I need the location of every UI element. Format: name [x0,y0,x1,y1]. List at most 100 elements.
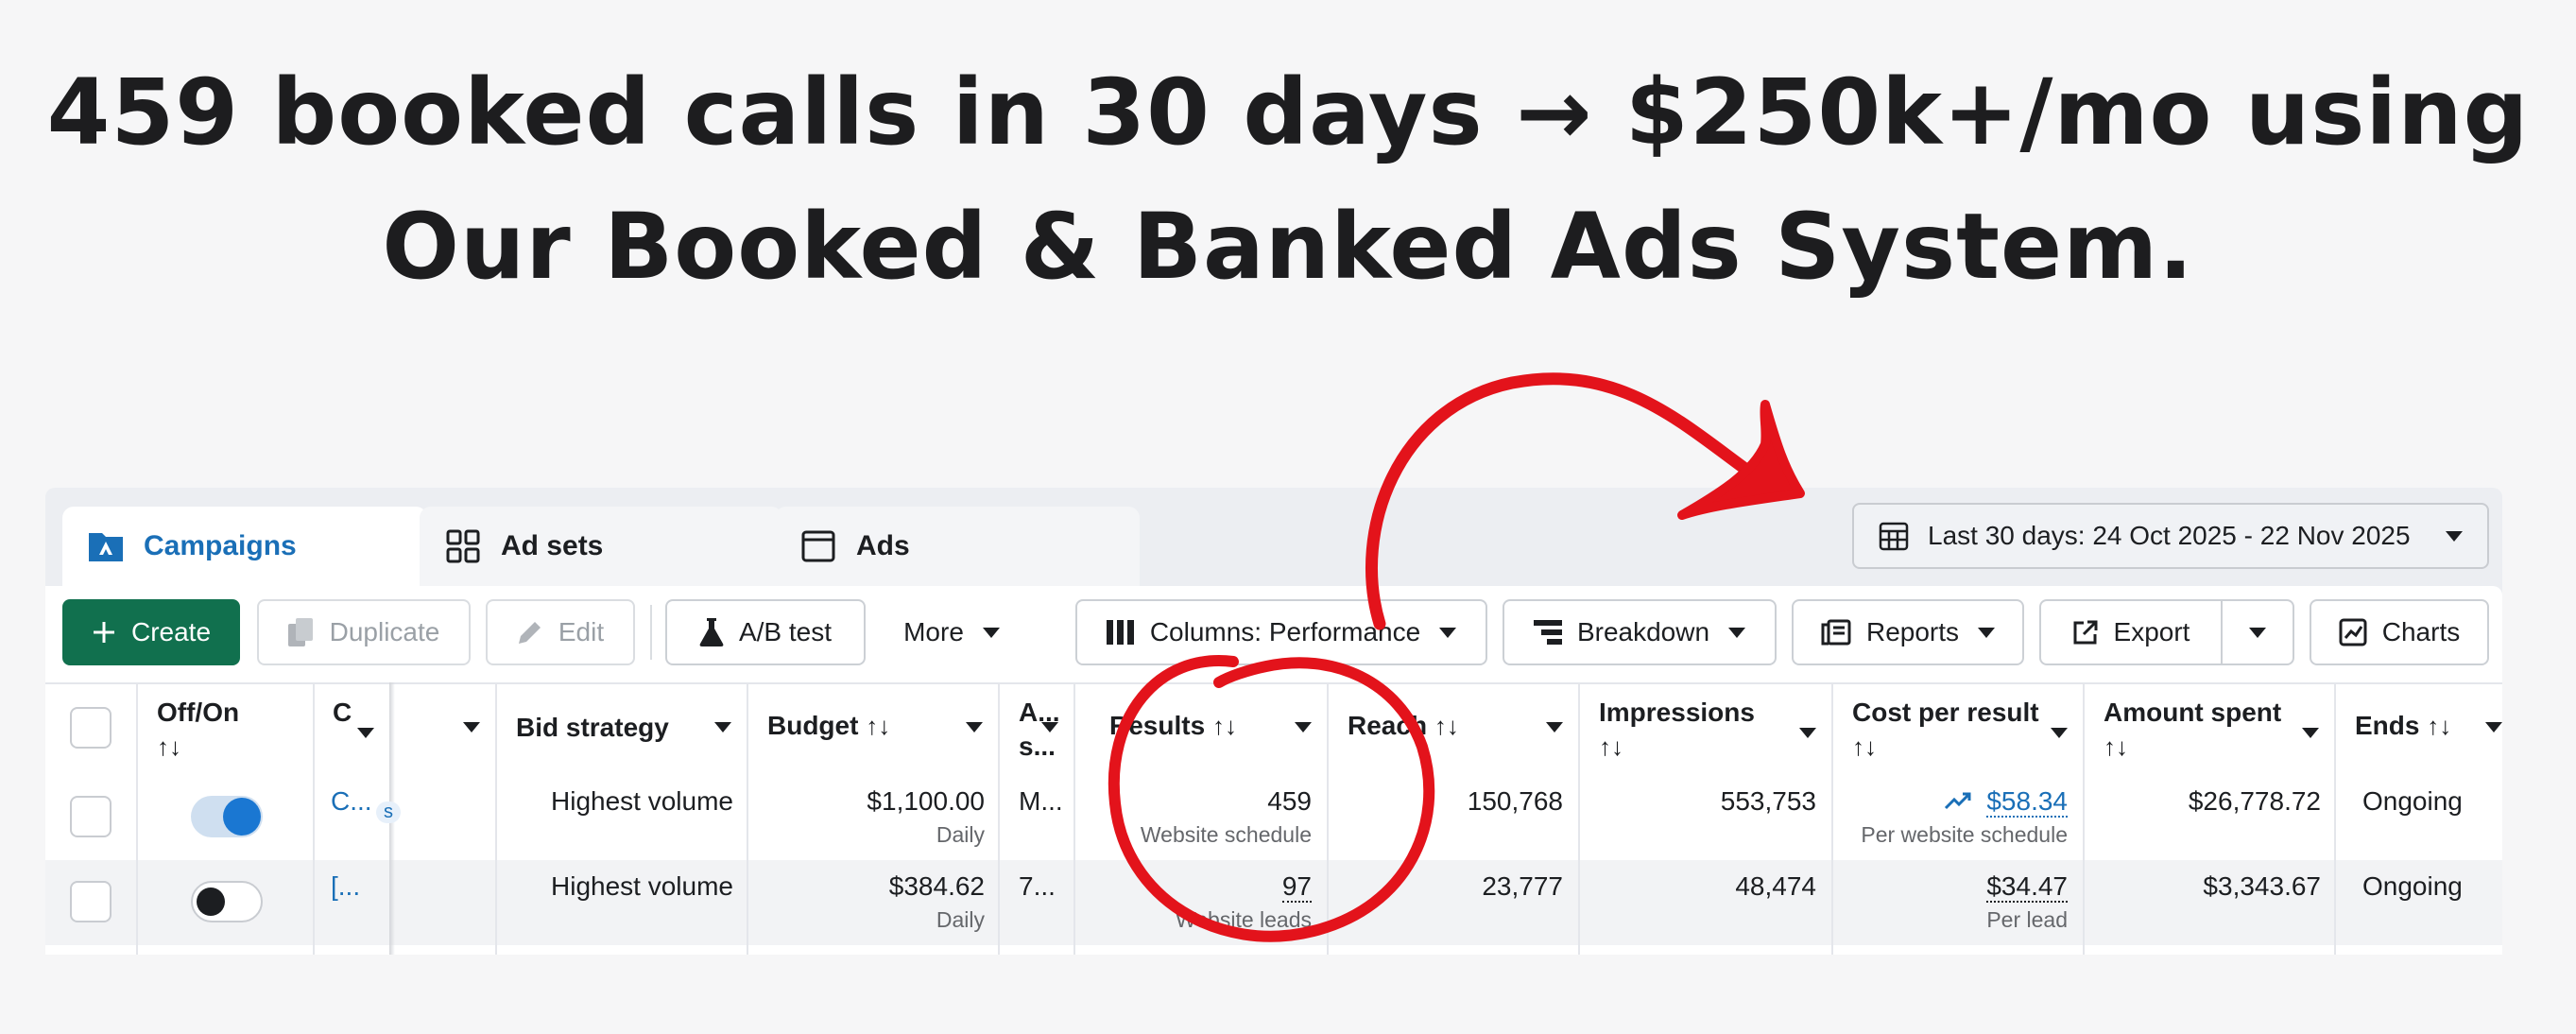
ab-test-label: A/B test [738,617,833,646]
edit-button[interactable]: Edit [486,599,635,665]
columns-label: Columns: Performance [1149,617,1421,646]
headline: 459 booked calls in 30 days → $250k+/mo … [0,45,2576,314]
budget-cell: $384.62 [888,871,985,901]
campaign-name-link[interactable]: C... [331,784,372,819]
ends-cell: Ongoing [2362,786,2463,816]
tab-ad-sets[interactable]: Ad sets [420,507,782,586]
col-header-budget-label: Budget [767,711,859,740]
results-sub: Website leads [1175,907,1312,932]
col-header-amount-spent-label: Amount spent [2104,698,2282,727]
chevron-down-icon [2249,627,2266,638]
bid-strategy-cell: Highest volume [551,871,733,901]
chevron-down-icon [1978,627,1996,638]
row-checkbox[interactable] [70,881,112,922]
headline-line-1: 459 booked calls in 30 days → $250k+/mo … [46,60,2530,165]
results-cell: 459 [1267,786,1312,816]
reports-button[interactable]: Reports [1792,599,2024,665]
chevron-down-icon[interactable] [714,722,731,732]
results-value: 97 [1281,871,1312,903]
sort-icon: ↑↓ [1211,712,1237,740]
create-button[interactable]: Create [62,599,240,665]
folder-icon [87,527,125,565]
campaign-name-link[interactable]: [... [331,870,360,904]
chevron-down-icon[interactable] [463,722,480,732]
chevron-down-icon[interactable] [1799,728,1816,738]
col-header-cost-per-result-label: Cost per result [1852,698,2039,727]
more-label: More [903,617,964,646]
columns-button[interactable]: Columns: Performance [1075,599,1487,665]
more-button[interactable]: More [881,599,1022,665]
column-divider [2334,682,2336,955]
col-header-amount-spent[interactable]: Amount spent ↑↓ [2104,696,2281,764]
cost-per-result-cell[interactable]: $58.34 [1944,784,2068,819]
tab-campaigns[interactable]: Campaigns [62,507,427,586]
chevron-down-icon[interactable] [1041,722,1058,732]
chevron-down-icon[interactable] [1295,722,1312,732]
chevron-down-icon[interactable] [2302,728,2319,738]
duplicate-button[interactable]: Duplicate [257,599,471,665]
campaign-toggle[interactable] [191,881,263,922]
col-header-bid-strategy-label: Bid strategy [516,713,669,742]
breakdown-button[interactable]: Breakdown [1503,599,1777,665]
attribution-cell: 7... [1019,871,1056,901]
row-checkbox[interactable] [70,796,112,837]
sort-icon: ↑↓ [2427,712,2452,740]
flask-icon [699,618,724,646]
col-header-cost-per-result[interactable]: Cost per result ↑↓ [1852,696,2039,764]
col-header-campaign[interactable]: C [333,696,352,730]
col-header-campaign-label: C [333,698,352,727]
chevron-down-icon [1439,627,1457,638]
tab-ads[interactable]: Ads [775,507,1140,586]
budget-sub: Daily [936,822,985,847]
campaign-tag: s [376,801,401,823]
export-label: Export [2113,617,2190,646]
col-header-impressions[interactable]: Impressions ↑↓ [1599,696,1755,764]
results-sub: Website schedule [1140,822,1312,847]
chevron-down-icon [1728,627,1746,638]
impressions-cell: 553,753 [1720,786,1816,816]
col-header-bid-strategy[interactable]: Bid strategy [516,711,669,745]
pencil-icon [517,619,543,646]
date-range-picker[interactable]: Last 30 days: 24 Oct 2025 - 22 Nov 2025 [1852,503,2489,569]
col-header-results[interactable]: Results ↑↓ [1109,709,1237,743]
duplicate-label: Duplicate [329,617,440,646]
col-header-budget[interactable]: Budget ↑↓ [767,709,890,743]
chevron-down-icon[interactable] [357,728,374,738]
chevron-down-icon[interactable] [2051,728,2068,738]
toggle-knob [223,798,261,836]
impressions-cell: 48,474 [1735,871,1816,901]
col-header-ends[interactable]: Ends ↑↓ [2355,709,2451,743]
campaign-toggle[interactable] [191,796,263,837]
cost-per-result-value: $34.47 [1986,871,2068,903]
export-button[interactable]: Export [2039,599,2223,665]
select-all-checkbox[interactable] [70,707,112,749]
breakdown-icon [1533,620,1562,645]
headline-line-2: Our Booked & Banked Ads System. [382,194,2194,300]
cost-per-result-sub: Per website schedule [1861,822,2068,847]
export-icon [2072,619,2099,646]
col-header-impressions-label: Impressions [1599,698,1755,727]
chevron-down-icon[interactable] [2485,722,2502,732]
ab-test-button[interactable]: A/B test [665,599,866,665]
sort-icon: ↑↓ [157,732,181,761]
chevron-down-icon[interactable] [966,722,983,732]
edit-label: Edit [558,617,605,646]
columns-icon [1106,620,1135,645]
window-icon [799,527,837,565]
attribution-cell: M... [1019,786,1063,816]
budget-cell: $1,100.00 [867,786,985,816]
reach-cell: 150,768 [1467,786,1563,816]
chart-icon [2339,618,2367,646]
sort-icon: ↑↓ [2104,732,2128,761]
reports-label: Reports [1865,617,1960,646]
tab-campaigns-label: Campaigns [144,530,297,561]
ends-cell: Ongoing [2362,871,2463,901]
export-menu-button[interactable] [2221,599,2294,665]
column-divider [1831,682,1833,955]
column-divider [1073,682,1075,955]
col-header-reach[interactable]: Reach ↑↓ [1348,709,1459,743]
col-header-off-on[interactable]: Off/On ↑↓ [157,696,239,764]
charts-button[interactable]: Charts [2310,599,2489,665]
sort-icon: ↑↓ [1434,712,1459,740]
chevron-down-icon[interactable] [1546,722,1563,732]
